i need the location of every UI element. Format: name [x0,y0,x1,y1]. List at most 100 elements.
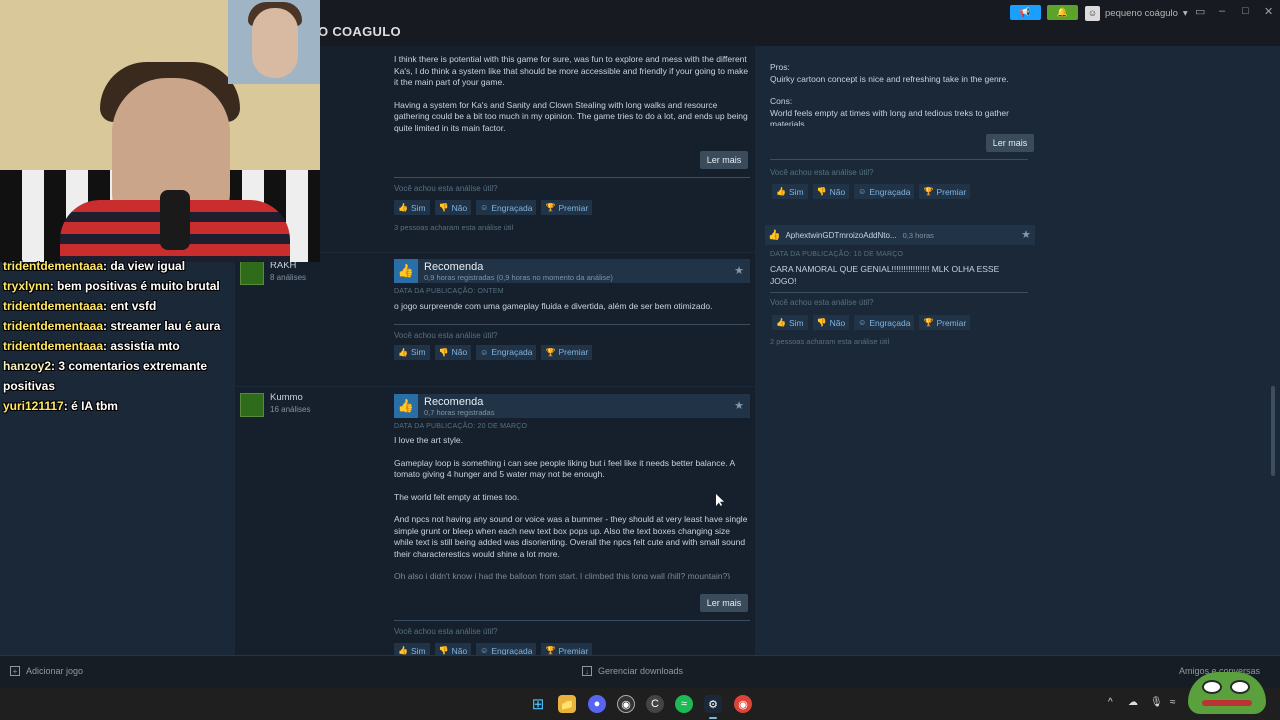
review-paragraph: And npcs not having any sound or voice w… [394,514,748,559]
microphone-icon[interactable]: 🎙 [1150,697,1163,708]
award-button[interactable]: 🏆 Premiar [541,344,593,360]
thumbs-up-icon: 👍 [394,394,418,418]
star-icon[interactable]: ★ [734,264,744,277]
obs-icon[interactable]: ◉ [617,695,635,713]
review-text: CARA NAMORAL QUE GENIAL!!!!!!!!!!!!!!!! … [770,264,1000,286]
discord-icon[interactable]: ● [588,695,606,713]
recommendation-header: 👍 Recomenda 0,7 horas registradas ★ [394,394,750,418]
review-card: RAKH 8 análises 👍 Recomenda 0,9 horas re… [235,252,755,378]
wifi-icon[interactable]: ≈ [1170,697,1176,708]
steam-icon[interactable]: ⚙ [704,695,722,713]
recommendation-label: Recomenda [424,260,484,273]
chat-message: tridentdementaaa: streamer lau é aura [3,319,221,333]
vote-funny-button[interactable]: ☺ Engraçada [476,200,537,215]
vote-funny-button[interactable]: ☺ Engraçada [476,643,537,656]
thumbs-up-icon: 👍 [398,347,408,357]
publish-date: DATA DA PUBLICAÇÃO: 20 DE MARÇO [394,423,528,430]
review-paragraph: I love the art style. [394,435,463,445]
vote-yes-button[interactable]: 👍 Sim [772,315,808,330]
notifications-button[interactable]: 🔔 [1047,5,1078,20]
review-paragraph: o jogo surpreende com uma gameplay fluid… [394,301,713,311]
manage-downloads-button[interactable]: ↓ Gerenciar downloads [582,666,683,676]
divider [770,292,1028,293]
vote-funny-button[interactable]: ☺ Engraçada [854,315,915,330]
review-body: 👍 Recomenda 0,7 horas registradas ★ DATA… [394,394,750,579]
read-more-button[interactable]: Ler mais [986,134,1034,152]
award-button[interactable]: 🏆 Premiar [541,643,593,656]
vote-label: Não [451,202,468,213]
vote-label: Sim [410,645,426,656]
vote-yes-button[interactable]: 👍 Sim [772,184,808,199]
vote-funny-button[interactable]: ☺ Engraçada [854,184,915,199]
author-name[interactable]: Kummo [270,392,303,403]
review-card: Kummo 16 análises 👍 Recomenda 0,7 horas … [235,386,755,655]
smiley-icon: ☺ [480,203,489,212]
download-icon: ↓ [582,666,592,676]
chevron-up-icon[interactable]: ^ [1108,697,1113,708]
divider [394,620,750,621]
screen: O COAGULO 📢 🔔 ☺ pequeno coágulo ▾ ▭ – □ … [0,0,1280,720]
vote-no-button[interactable]: 👎 Não [812,315,850,330]
award-button[interactable]: 🏆 Premiar [541,200,593,215]
vote-funny-button[interactable]: ☺ Engraçada [476,344,537,360]
vote-label: Premiar [558,347,589,357]
avatar: ☺ [1085,5,1100,21]
vote-row: 👍 Sim 👎 Não ☺ Engraçada 🏆 Premiar [394,200,593,215]
award-icon: 🏆 [545,203,556,212]
award-button[interactable]: 🏆 Premiar [919,184,971,199]
close-icon[interactable]: ✕ [1264,5,1273,18]
downloads-label: Gerenciar downloads [598,666,684,676]
scrollbar[interactable] [1271,386,1275,476]
award-icon: 🏆 [923,318,934,327]
vote-label: Sim [410,202,426,213]
vote-no-button[interactable]: 👎 Não [434,344,472,360]
award-icon: 🏆 [545,646,556,655]
minimize-icon[interactable]: – [1219,5,1225,17]
onedrive-icon[interactable]: ☁ [1128,697,1138,708]
ccleaner-icon[interactable]: C [646,695,664,713]
vote-label: Engraçada [869,317,911,328]
star-icon[interactable]: ★ [734,399,744,412]
award-button[interactable]: 🏆 Premiar [919,315,971,330]
vote-yes-button[interactable]: 👍 Sim [394,200,430,215]
chrome-icon[interactable]: ◉ [734,695,752,713]
thumbs-up-icon: 👍 [776,187,786,196]
plus-icon: + [10,666,20,676]
account-menu[interactable]: ☺ pequeno coágulo ▾ [1085,5,1188,21]
thumbs-down-icon: 👎 [816,187,827,196]
vote-label: Engraçada [491,645,533,656]
vote-label: Premiar [558,645,589,656]
recommendation-header: 👍 Recomenda 0,9 horas registradas (0,9 h… [394,259,750,283]
helpful-question: Você achou esta análise útil? [770,168,874,177]
big-picture-icon[interactable]: ▭ [1195,5,1205,18]
read-more-button[interactable]: Ler mais [700,594,748,612]
star-icon[interactable]: ★ [1021,228,1031,241]
stream-chat-overlay: tridentdementaaa: da view igual tryxlynn… [3,256,263,416]
chat-message: positivas [3,379,56,393]
vote-yes-button[interactable]: 👍 Sim [394,643,430,655]
bell-icon: 🔔 [1056,7,1069,17]
vote-label: Engraçada [491,202,533,213]
review-body: I think there is potential with this gam… [394,54,750,145]
vote-row: 👍 Sim 👎 Não ☺ Engraçada 🏆 Premiar [772,315,971,330]
review-paragraph: World feels empty at times with long and… [770,107,1009,127]
vote-no-button[interactable]: 👎 Não [434,200,472,215]
announcements-button[interactable]: 📢 [1010,5,1041,20]
read-more-button[interactable]: Ler mais [700,151,748,169]
vote-no-button[interactable]: 👎 Não [434,643,472,655]
hours-played: 0,9 horas registradas (0,9 horas no mome… [424,272,613,282]
found-helpful-count: 3 pessoas acharam esta análise útil [394,223,514,232]
add-game-button[interactable]: + Adicionar jogo [10,666,83,676]
windows-start-icon[interactable]: ⊞ [529,695,547,713]
vote-no-button[interactable]: 👎 Não [812,184,850,199]
spotify-icon[interactable]: ≈ [675,695,693,713]
vote-yes-button[interactable]: 👍 Sim [394,344,430,360]
helpful-question: Você achou esta análise útil? [770,298,874,307]
chat-message: tryxlynn: bem positivas é muito brutal [3,279,220,293]
file-explorer-icon[interactable]: 📁 [558,695,576,713]
author-name[interactable]: AphextwinGDTmroizoAddNto... [785,231,896,240]
author-review-count: 8 análises [270,273,307,282]
maximize-icon[interactable]: □ [1242,5,1249,17]
helpful-question: Você achou esta análise útil? [394,184,498,193]
smiley-icon: ☺ [858,187,867,196]
